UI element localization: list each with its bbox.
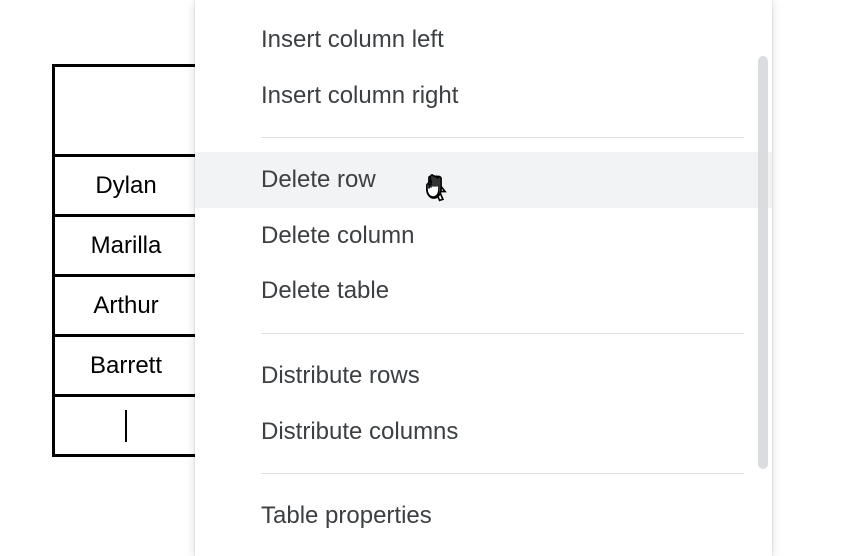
menu-item-insert-column-left[interactable]: Insert column left <box>195 12 772 68</box>
menu-divider <box>261 137 744 138</box>
menu-item-delete-row[interactable]: Delete row <box>195 152 772 208</box>
menu-item-delete-column[interactable]: Delete column <box>195 208 772 264</box>
cell-name[interactable]: Barrett <box>54 336 199 396</box>
text-cursor-icon <box>125 410 127 442</box>
header-cell-name[interactable] <box>54 66 199 156</box>
menu-divider <box>261 473 744 474</box>
scrollbar[interactable] <box>758 56 768 469</box>
menu-item-distribute-rows[interactable]: Distribute rows <box>195 348 772 404</box>
table-context-menu: Insert column left Insert column right D… <box>195 0 772 556</box>
menu-item-distribute-columns[interactable]: Distribute columns <box>195 404 772 460</box>
cell-name[interactable]: Marilla <box>54 216 199 276</box>
cell-name[interactable]: Arthur <box>54 276 199 336</box>
menu-item-delete-table[interactable]: Delete table <box>195 263 772 319</box>
cell-name[interactable]: Dylan <box>54 156 199 216</box>
menu-item-insert-column-right[interactable]: Insert column right <box>195 68 772 124</box>
cell-name-active[interactable] <box>54 396 199 456</box>
menu-item-table-properties[interactable]: Table properties <box>195 488 772 544</box>
menu-divider <box>261 333 744 334</box>
